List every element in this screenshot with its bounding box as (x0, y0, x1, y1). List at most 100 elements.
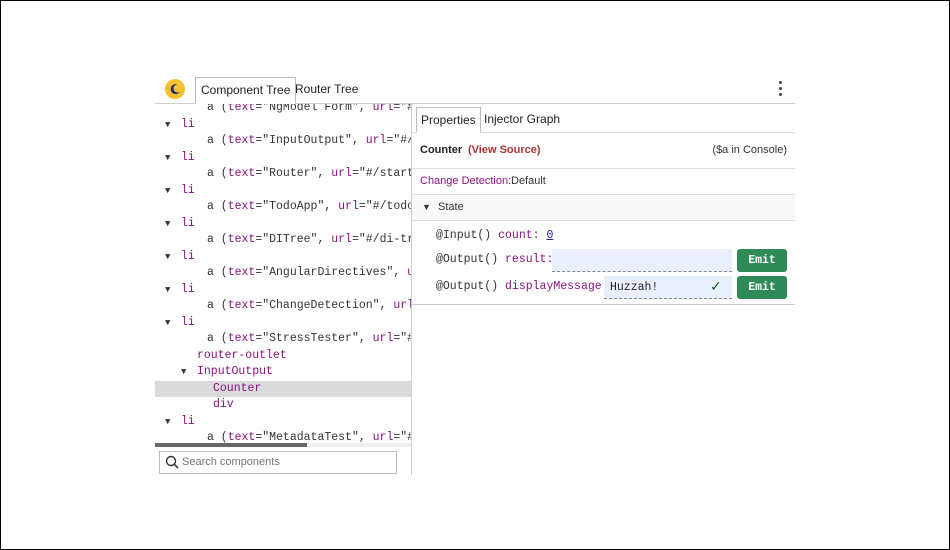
properties-panel: Properties Injector Graph Counter (View … (412, 104, 795, 475)
node-tag: text (227, 299, 256, 312)
state-section-header[interactable]: ▼ State (412, 195, 795, 221)
node-text: ="NgModel Form", (255, 104, 373, 114)
property-name: count: (498, 229, 540, 242)
node-tag: text (227, 167, 256, 180)
expand-triangle-icon[interactable]: ▼ (165, 414, 170, 430)
node-text: a ( (207, 299, 228, 312)
expand-triangle-icon[interactable]: ▼ (165, 315, 170, 331)
tree-node[interactable]: a (text="InputOutput", url="#/ (155, 133, 411, 149)
property-decorator: @Input() (436, 229, 492, 242)
tree-node-label: a (text="Router", url="#/start (207, 166, 411, 182)
tab-component-tree[interactable]: Component Tree (195, 77, 297, 104)
node-tag: InputOutput (197, 365, 273, 378)
tree-node[interactable]: a (text="DITree", url="#/di-tr (155, 232, 411, 248)
node-tag: text (227, 332, 256, 345)
search-input[interactable] (182, 453, 387, 470)
tree-node[interactable]: ▼ li (155, 414, 411, 430)
node-tag: url (338, 200, 359, 213)
tree-node[interactable]: router-outlet (155, 348, 411, 364)
node-tag: url (331, 233, 352, 246)
node-text: ="Router", (255, 167, 332, 180)
node-text: ="#/di-tr (351, 233, 411, 246)
node-text: ="#/todo (358, 200, 411, 213)
tree-node-label: Counter (213, 381, 261, 397)
node-text: ="# (393, 104, 411, 114)
node-tag: text (227, 104, 256, 114)
node-tag: li (181, 150, 195, 164)
view-source-link[interactable]: (View Source) (468, 144, 541, 156)
tree-node[interactable]: a (text="StressTester", url="# (155, 331, 411, 347)
expand-triangle-icon[interactable]: ▼ (165, 150, 170, 166)
tree-node-label: a (text="DITree", url="#/di-tr (207, 232, 411, 248)
node-tag: Counter (213, 381, 262, 395)
component-name: Counter (420, 144, 463, 156)
node-tag: text (227, 200, 256, 213)
expand-triangle-icon[interactable]: ▼ (165, 216, 170, 232)
count-value[interactable]: 0 (546, 229, 553, 242)
tree-node[interactable]: ▼ li (155, 117, 411, 133)
node-tag: url (365, 134, 387, 147)
tab-properties[interactable]: Properties (416, 107, 481, 133)
search-box[interactable] (159, 451, 397, 474)
tree-node[interactable]: a (text="NgModel Form", url="# (155, 104, 411, 116)
expand-triangle-icon[interactable]: ▼ (165, 282, 170, 298)
tree-node[interactable]: a (text="ChangeDetection", url (155, 298, 411, 314)
tree-node[interactable]: ▼ li (155, 183, 411, 199)
node-tag: li (181, 249, 195, 263)
node-tag: li (181, 282, 195, 296)
node-text: ="#/ (386, 134, 411, 147)
tree-node[interactable]: a (text="Router", url="#/start (155, 166, 411, 182)
tree-node[interactable]: ▼ li (155, 249, 411, 265)
tree-node[interactable]: div (155, 397, 411, 413)
tree-node[interactable]: Counter (155, 380, 411, 397)
tree-node[interactable]: ▼ InputOutput (155, 364, 411, 380)
node-tag: url (331, 167, 352, 180)
node-tag: url (372, 332, 394, 345)
expand-triangle-icon[interactable]: ▼ (165, 117, 170, 133)
property-name: displayMessage: (505, 280, 609, 293)
tree-node-label: li (181, 183, 195, 199)
result-input[interactable] (552, 249, 732, 272)
emit-display-message-button[interactable]: Emit (737, 276, 787, 299)
emit-result-button[interactable]: Emit (737, 249, 787, 272)
scrollbar-thumb[interactable] (155, 443, 307, 447)
node-text: a ( (207, 167, 228, 180)
tree-node-label: li (181, 249, 195, 265)
node-text: ="#/start (351, 167, 411, 180)
expand-triangle-icon[interactable]: ▼ (181, 364, 186, 380)
node-text: a ( (207, 200, 228, 213)
tree-node[interactable]: ▼ li (155, 150, 411, 166)
tab-injector-graph[interactable]: Injector Graph (480, 107, 564, 131)
tree-node-label: li (181, 414, 195, 430)
node-text: a ( (207, 266, 228, 279)
tree-horizontal-scrollbar[interactable] (155, 443, 411, 447)
expand-triangle-icon[interactable]: ▼ (165, 183, 170, 199)
tree-node-label: li (181, 216, 195, 232)
node-text: ="TodoApp", (255, 200, 339, 213)
tab-router-tree[interactable]: Router Tree (290, 77, 363, 102)
component-tree[interactable]: a (text="NgModel Form", url="#▼lia (text… (155, 104, 411, 444)
section-divider (412, 304, 795, 305)
tree-node-label: a (text="NgModel Form", url="# (207, 104, 411, 116)
node-tag: div (213, 398, 234, 411)
collapse-triangle-icon[interactable]: ▼ (422, 195, 431, 220)
console-hint: ($a in Console) (712, 144, 787, 156)
tree-node[interactable]: a (text="TodoApp", url="#/todo (155, 199, 411, 215)
tree-node-label: li (181, 117, 195, 133)
tree-node[interactable]: a (text="MetadataTest", url="# (155, 430, 411, 444)
node-text: ="AngularDirectives", (255, 266, 408, 279)
confirm-check-icon[interactable]: ✓ (710, 278, 722, 295)
property-name: result: (505, 253, 554, 266)
devtools-app: Component Tree Router Tree a (text="NgMo… (155, 75, 795, 475)
tree-node[interactable]: ▼ li (155, 282, 411, 298)
kebab-menu-icon[interactable] (779, 81, 783, 97)
tree-node-label: a (text="InputOutput", url="#/ (207, 133, 411, 149)
tree-node-label: li (181, 315, 195, 331)
node-tag: li (181, 117, 195, 131)
tree-node[interactable]: a (text="AngularDirectives", u (155, 265, 411, 281)
node-tag: li (181, 315, 195, 329)
tree-node[interactable]: ▼ li (155, 216, 411, 232)
tree-node[interactable]: ▼ li (155, 315, 411, 331)
node-tag: text (227, 266, 256, 279)
expand-triangle-icon[interactable]: ▼ (165, 249, 170, 265)
